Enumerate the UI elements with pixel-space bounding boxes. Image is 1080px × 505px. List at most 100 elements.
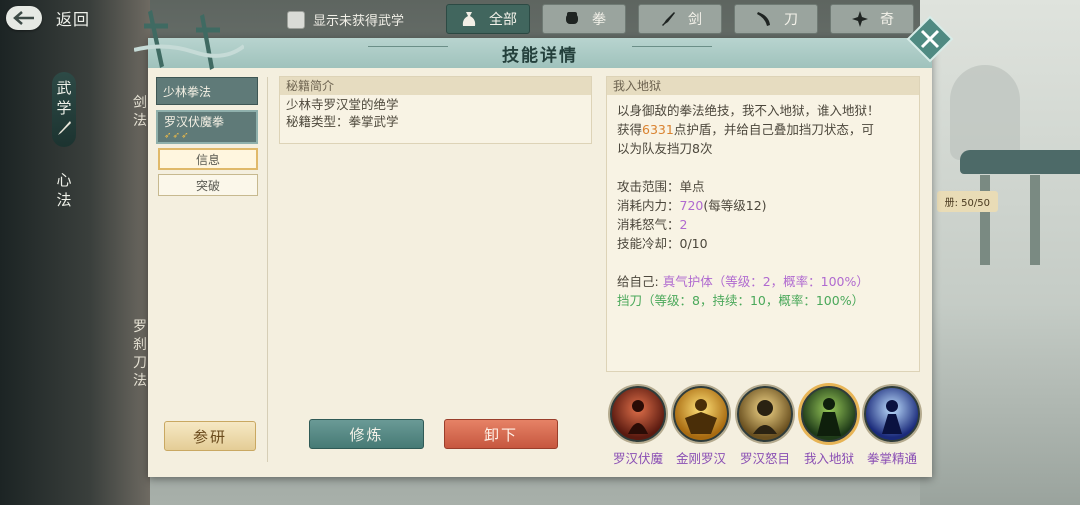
self-buff-line: 给自己: 真气护体（等级：2，概率：100%） xyxy=(617,272,909,291)
info-tab-button[interactable]: 信息 xyxy=(158,148,258,170)
shield-value: 6331 xyxy=(642,122,674,137)
back-button[interactable]: 返回 xyxy=(6,4,124,32)
jingang-luohan-icon xyxy=(673,386,729,442)
skill-icon-label: 我入地狱 xyxy=(803,451,854,466)
skill-counter-badge: 册: 50/50 xyxy=(936,191,998,212)
unequip-button[interactable]: 卸下 xyxy=(444,419,558,449)
skill-list-item-selected[interactable]: 罗汉伏魔拳 ➶➶➶ xyxy=(156,110,258,144)
breakthrough-tab-label: 突破 xyxy=(195,178,220,193)
train-button-label: 修炼 xyxy=(349,425,384,444)
desc-line: 以为队友挡刀8次 xyxy=(617,141,713,156)
tab-misc[interactable]: 奇 xyxy=(830,4,914,34)
crossed-swords-icon xyxy=(134,10,244,70)
side-tab-martial-arts-label: 武学 xyxy=(56,79,72,117)
panel-title: 技能详情 xyxy=(148,38,932,68)
skill-icon-label: 拳掌精通 xyxy=(866,451,917,466)
quanzhang-jingtong-icon xyxy=(864,386,920,442)
skill-list: 少林拳法 罗汉伏魔拳 ➶➶➶ xyxy=(156,77,260,149)
side-tab-inner-arts[interactable]: 心法 xyxy=(52,170,76,210)
shuriken-icon xyxy=(850,10,870,28)
cooldown-line: 技能冷却：0/10 xyxy=(617,234,909,253)
pouch-icon xyxy=(459,10,479,28)
skill-icon-item[interactable]: 金刚罗汉 xyxy=(669,386,733,467)
info-tab-label: 信息 xyxy=(195,152,220,167)
side-tab-inner-arts-label: 心法 xyxy=(56,171,72,209)
skill-icon-label: 金刚罗汉 xyxy=(675,451,726,466)
manual-intro-title: 秘籍简介 xyxy=(280,77,591,95)
skill-icon-item-selected[interactable]: 我入地狱 xyxy=(797,386,861,467)
skill-description-title: 我入地狱 xyxy=(607,77,919,95)
background-left xyxy=(0,0,150,505)
skill-list-item-label: 少林拳法 xyxy=(163,84,212,99)
manual-intro-box: 秘籍简介 少林寺罗汉堂的绝学 秘籍类型：拳掌武学 xyxy=(279,76,592,144)
desc-line: 以身御敌的拳法绝技，我不入地狱，谁入地狱！ xyxy=(617,103,880,118)
back-arrow-icon xyxy=(6,6,42,30)
rage-line: 消耗怒气：2 xyxy=(617,215,909,234)
desc-line: 获得6331点护盾，并给自己叠加挡刀状态，可 xyxy=(617,120,909,139)
skill-list-item-label: 罗汉伏魔拳 xyxy=(164,115,225,129)
sword-icon xyxy=(658,10,678,28)
bg-partial-label: 罗刹刀法 xyxy=(133,319,147,389)
block-buff-line: 挡刀（等级：8，持续：10，概率：100%） xyxy=(617,293,865,308)
skill-icon-item[interactable]: 罗汉怒目 xyxy=(733,386,797,467)
divider xyxy=(267,77,268,462)
unequip-button-label: 卸下 xyxy=(483,425,518,444)
background-pavilion-roof xyxy=(960,150,1080,174)
study-button[interactable]: 参研 xyxy=(164,421,256,451)
mp-extra: (每等级12) xyxy=(703,198,767,213)
tab-sword[interactable]: 剑 xyxy=(638,4,722,34)
rage-label: 消耗怒气： xyxy=(617,217,680,232)
train-button[interactable]: 修炼 xyxy=(309,419,424,449)
side-tab-martial-arts[interactable]: 武学 xyxy=(52,72,76,147)
desc-text: 点护盾，并给自己叠加挡刀状态，可 xyxy=(673,122,874,137)
show-unlearned-label: 显示未获得武学 xyxy=(313,14,405,29)
tab-sword-label: 剑 xyxy=(688,12,702,28)
star-rating-icon: ➶➶➶ xyxy=(164,131,190,141)
bg-partial-label: 剑法 xyxy=(133,95,147,129)
brush-icon xyxy=(52,120,76,141)
manual-intro-line: 少林寺罗汉堂的绝学 xyxy=(286,97,399,112)
checkbox[interactable] xyxy=(287,10,305,29)
self-buff-label: 给自己: xyxy=(617,274,659,289)
luohan-fumo-icon xyxy=(610,386,666,442)
show-unlearned-toggle[interactable]: 显示未获得武学 xyxy=(287,10,404,29)
manual-type-line: 秘籍类型：拳掌武学 xyxy=(286,114,399,129)
tab-blade[interactable]: 刀 xyxy=(734,4,818,34)
skill-icon-row: 罗汉伏魔 金刚罗汉 罗汉怒目 我入地狱 拳掌精通 xyxy=(606,386,922,466)
tab-fist[interactable]: 拳 xyxy=(542,4,626,34)
rage-value: 2 xyxy=(679,217,688,232)
skill-icon-label: 罗汉怒目 xyxy=(739,451,790,466)
skill-icon-item[interactable]: 拳掌精通 xyxy=(860,386,924,467)
skill-list-item[interactable]: 少林拳法 xyxy=(156,77,258,105)
tab-fist-label: 拳 xyxy=(592,12,606,28)
tab-misc-label: 奇 xyxy=(880,12,894,28)
mp-label: 消耗内力： xyxy=(617,198,680,213)
self-buff-value: 真气护体（等级：2，概率：100%） xyxy=(662,274,869,289)
close-icon xyxy=(906,15,954,63)
skill-icon-item[interactable]: 罗汉伏魔 xyxy=(606,386,670,467)
background-pillar xyxy=(980,175,990,265)
luohan-numu-icon xyxy=(737,386,793,442)
range-value: 单点 xyxy=(679,179,705,194)
blade-icon xyxy=(754,10,774,28)
skill-description-box: 我入地狱 以身御敌的拳法绝技，我不入地狱，谁入地狱！ 获得6331点护盾，并给自… xyxy=(606,76,920,372)
fist-icon xyxy=(562,10,582,28)
background-right xyxy=(920,0,1080,505)
range-line: 攻击范围：单点 xyxy=(617,177,909,196)
close-button[interactable] xyxy=(906,15,954,63)
skill-icon-label: 罗汉伏魔 xyxy=(612,451,663,466)
background-figure xyxy=(950,65,1020,160)
tab-blade-label: 刀 xyxy=(784,12,798,28)
desc-text: 获得 xyxy=(617,122,643,137)
wo-ru-diyu-icon xyxy=(801,386,857,442)
cooldown-value: 0/10 xyxy=(679,236,708,251)
mp-line: 消耗内力：720(每等级12) xyxy=(617,196,909,215)
tab-all[interactable]: 全部 xyxy=(446,4,530,34)
back-label: 返回 xyxy=(56,10,91,29)
breakthrough-tab-button[interactable]: 突破 xyxy=(158,174,258,196)
study-button-label: 参研 xyxy=(192,427,227,446)
cooldown-label: 技能冷却： xyxy=(617,236,680,251)
category-tabs: 全部 拳 剑 刀 奇 xyxy=(446,4,914,34)
mp-value: 720 xyxy=(679,198,704,213)
range-label: 攻击范围： xyxy=(617,179,680,194)
